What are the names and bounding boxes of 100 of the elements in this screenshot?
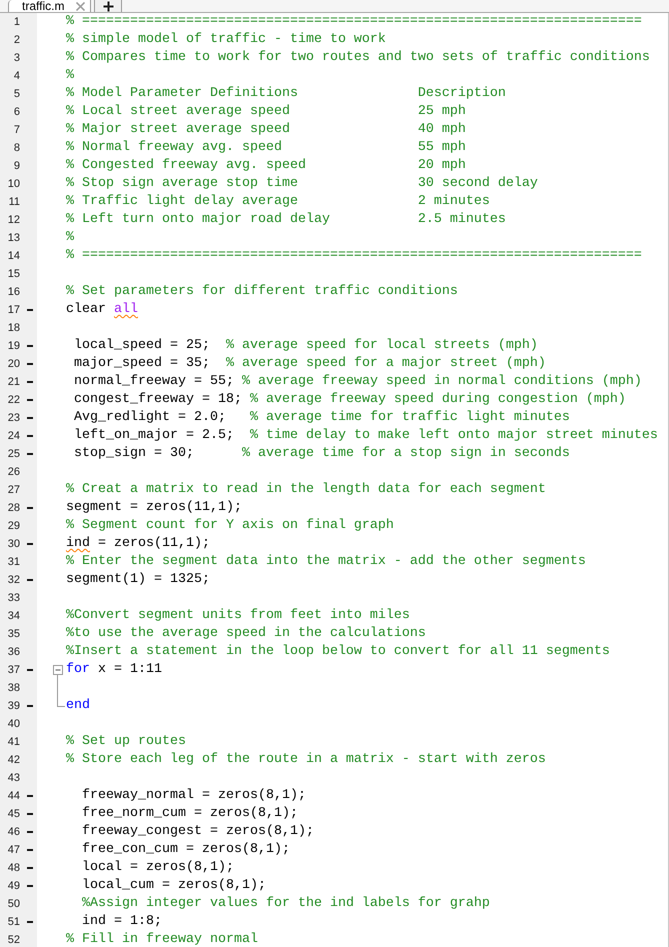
line-number: 23	[8, 412, 20, 424]
code-line: %to use the average speed in the calculations	[66, 627, 426, 641]
code-line: % Left turn onto major road delay 2.5 minutes	[66, 213, 506, 227]
code-line: end	[66, 699, 90, 713]
line-number: 35	[8, 628, 20, 640]
code-line: local_speed = 25; % average speed for local streets (mph)	[74, 339, 538, 353]
line-number: 8	[14, 142, 20, 154]
code-line: congest_freeway = 18; % average freeway speed during congestion (mph)	[74, 393, 626, 407]
line-number: 14	[8, 250, 20, 262]
line-number: 33	[8, 592, 20, 604]
code-line: freeway_normal = zeros(8,1);	[82, 789, 306, 803]
dash-icon[interactable]	[26, 885, 32, 887]
code-line: % simple model of traffic - time to work	[66, 33, 386, 47]
line-number: 1	[14, 16, 20, 28]
code-line: major_speed = 35; % average speed for a major street (mph)	[74, 357, 546, 371]
line-number: 9	[14, 160, 20, 172]
code-line: %Assign integer values for the ind labels for grahp	[82, 897, 490, 911]
code-line: % Congested freeway avg. speed 20 mph	[66, 159, 466, 173]
line-number: 49	[8, 880, 20, 892]
line-number: 47	[8, 844, 20, 856]
dash-icon[interactable]	[26, 579, 32, 581]
code-line: ind = zeros(11,1);	[66, 537, 210, 551]
code-line: % Set parameters for different traffic conditions	[66, 285, 458, 299]
line-number: 50	[8, 898, 20, 910]
code-line: stop_sign = 30; % average time for a stop sign in seconds	[74, 447, 570, 461]
code-line: % ======================================================================	[66, 249, 642, 263]
line-number: 12	[8, 214, 20, 226]
line-number: 25	[8, 448, 20, 460]
code-line: ind = 1:8;	[82, 915, 162, 929]
collapse-icon[interactable]	[53, 665, 63, 675]
line-number: 28	[8, 502, 20, 514]
line-number: 18	[8, 322, 20, 334]
line-number: 42	[8, 754, 20, 766]
close-icon[interactable]	[76, 2, 86, 10]
dash-icon[interactable]	[26, 831, 32, 833]
code-line: % Set up routes	[66, 735, 186, 749]
code-line: % Creat a matrix to read in the length data for each segment	[66, 483, 546, 497]
dash-icon[interactable]	[26, 309, 32, 311]
code-line: local = zeros(8,1);	[82, 861, 234, 875]
line-number: 6	[14, 106, 20, 118]
dash-icon[interactable]	[26, 795, 32, 797]
dash-icon[interactable]	[26, 453, 32, 455]
fold-guide-line	[57, 675, 65, 707]
dash-icon[interactable]	[26, 417, 32, 419]
code-line: left_on_major = 2.5; % time delay to make left onto major street minutes	[74, 429, 658, 443]
line-number: 31	[8, 556, 20, 568]
code-line: local_cum = zeros(8,1);	[82, 879, 266, 893]
dash-icon[interactable]	[26, 381, 32, 383]
code-line: % Segment count for Y axis on final graph	[66, 519, 394, 533]
plus-icon[interactable]	[102, 0, 114, 12]
dash-icon[interactable]	[26, 921, 32, 923]
dash-icon[interactable]	[26, 543, 32, 545]
dash-icon[interactable]	[26, 435, 32, 437]
dash-icon[interactable]	[26, 363, 32, 365]
line-number: 48	[8, 862, 20, 874]
dash-icon[interactable]	[26, 399, 32, 401]
code-line: segment = zeros(11,1);	[66, 501, 242, 515]
code-line: % Stop sign average stop time 30 second delay	[66, 177, 538, 191]
line-number: 5	[14, 88, 20, 100]
dash-icon[interactable]	[26, 345, 32, 347]
line-number: 21	[8, 376, 20, 388]
dash-icon[interactable]	[26, 507, 32, 509]
new-tab-button[interactable]	[94, 0, 122, 12]
code-line: % Store each leg of the route in a matrix - start with zeros	[66, 753, 546, 767]
code-line: % Compares time to work for two routes and two sets of traffic conditions	[66, 51, 650, 65]
line-number: 7	[14, 124, 20, 136]
line-number: 26	[8, 466, 20, 478]
dash-icon[interactable]	[26, 849, 32, 851]
line-number: 15	[8, 268, 20, 280]
line-number: 40	[8, 718, 20, 730]
code-line: free_norm_cum = zeros(8,1);	[82, 807, 298, 821]
line-number: 52	[8, 934, 20, 946]
code-line: % Model Parameter Definitions Description	[66, 87, 506, 101]
line-number: 10	[8, 178, 20, 190]
dash-icon[interactable]	[26, 813, 32, 815]
code-line: %Convert segment units from feet into miles	[66, 609, 410, 623]
line-number: 51	[8, 916, 20, 928]
code-line: % ======================================================================	[66, 15, 642, 29]
code-line: normal_freeway = 55; % average freeway speed in normal conditions (mph)	[74, 375, 642, 389]
line-number: 11	[8, 196, 20, 208]
code-line: segment(1) = 1325;	[66, 573, 210, 587]
line-number: 3	[14, 52, 20, 64]
file-tab[interactable]: traffic.m	[8, 0, 92, 12]
dash-icon[interactable]	[26, 669, 32, 671]
code-line: clear all	[66, 303, 138, 317]
code-line: for x = 1:11	[66, 663, 162, 677]
code-line: freeway_congest = zeros(8,1);	[82, 825, 314, 839]
code-line: % Normal freeway avg. speed 55 mph	[66, 141, 466, 155]
line-number: 20	[8, 358, 20, 370]
line-number: 24	[8, 430, 20, 442]
dash-icon[interactable]	[26, 867, 32, 869]
line-number: 22	[8, 394, 20, 406]
code-editor[interactable]	[0, 13, 669, 947]
code-line: % Major street average speed 40 mph	[66, 123, 466, 137]
code-line: %	[66, 69, 74, 83]
dash-icon[interactable]	[26, 705, 32, 707]
code-line: %Insert a statement in the loop below to convert for all 11 segments	[66, 645, 610, 659]
line-number: 2	[14, 34, 20, 46]
code-line: % Fill in freeway normal	[66, 933, 258, 947]
line-number: 19	[8, 340, 20, 352]
